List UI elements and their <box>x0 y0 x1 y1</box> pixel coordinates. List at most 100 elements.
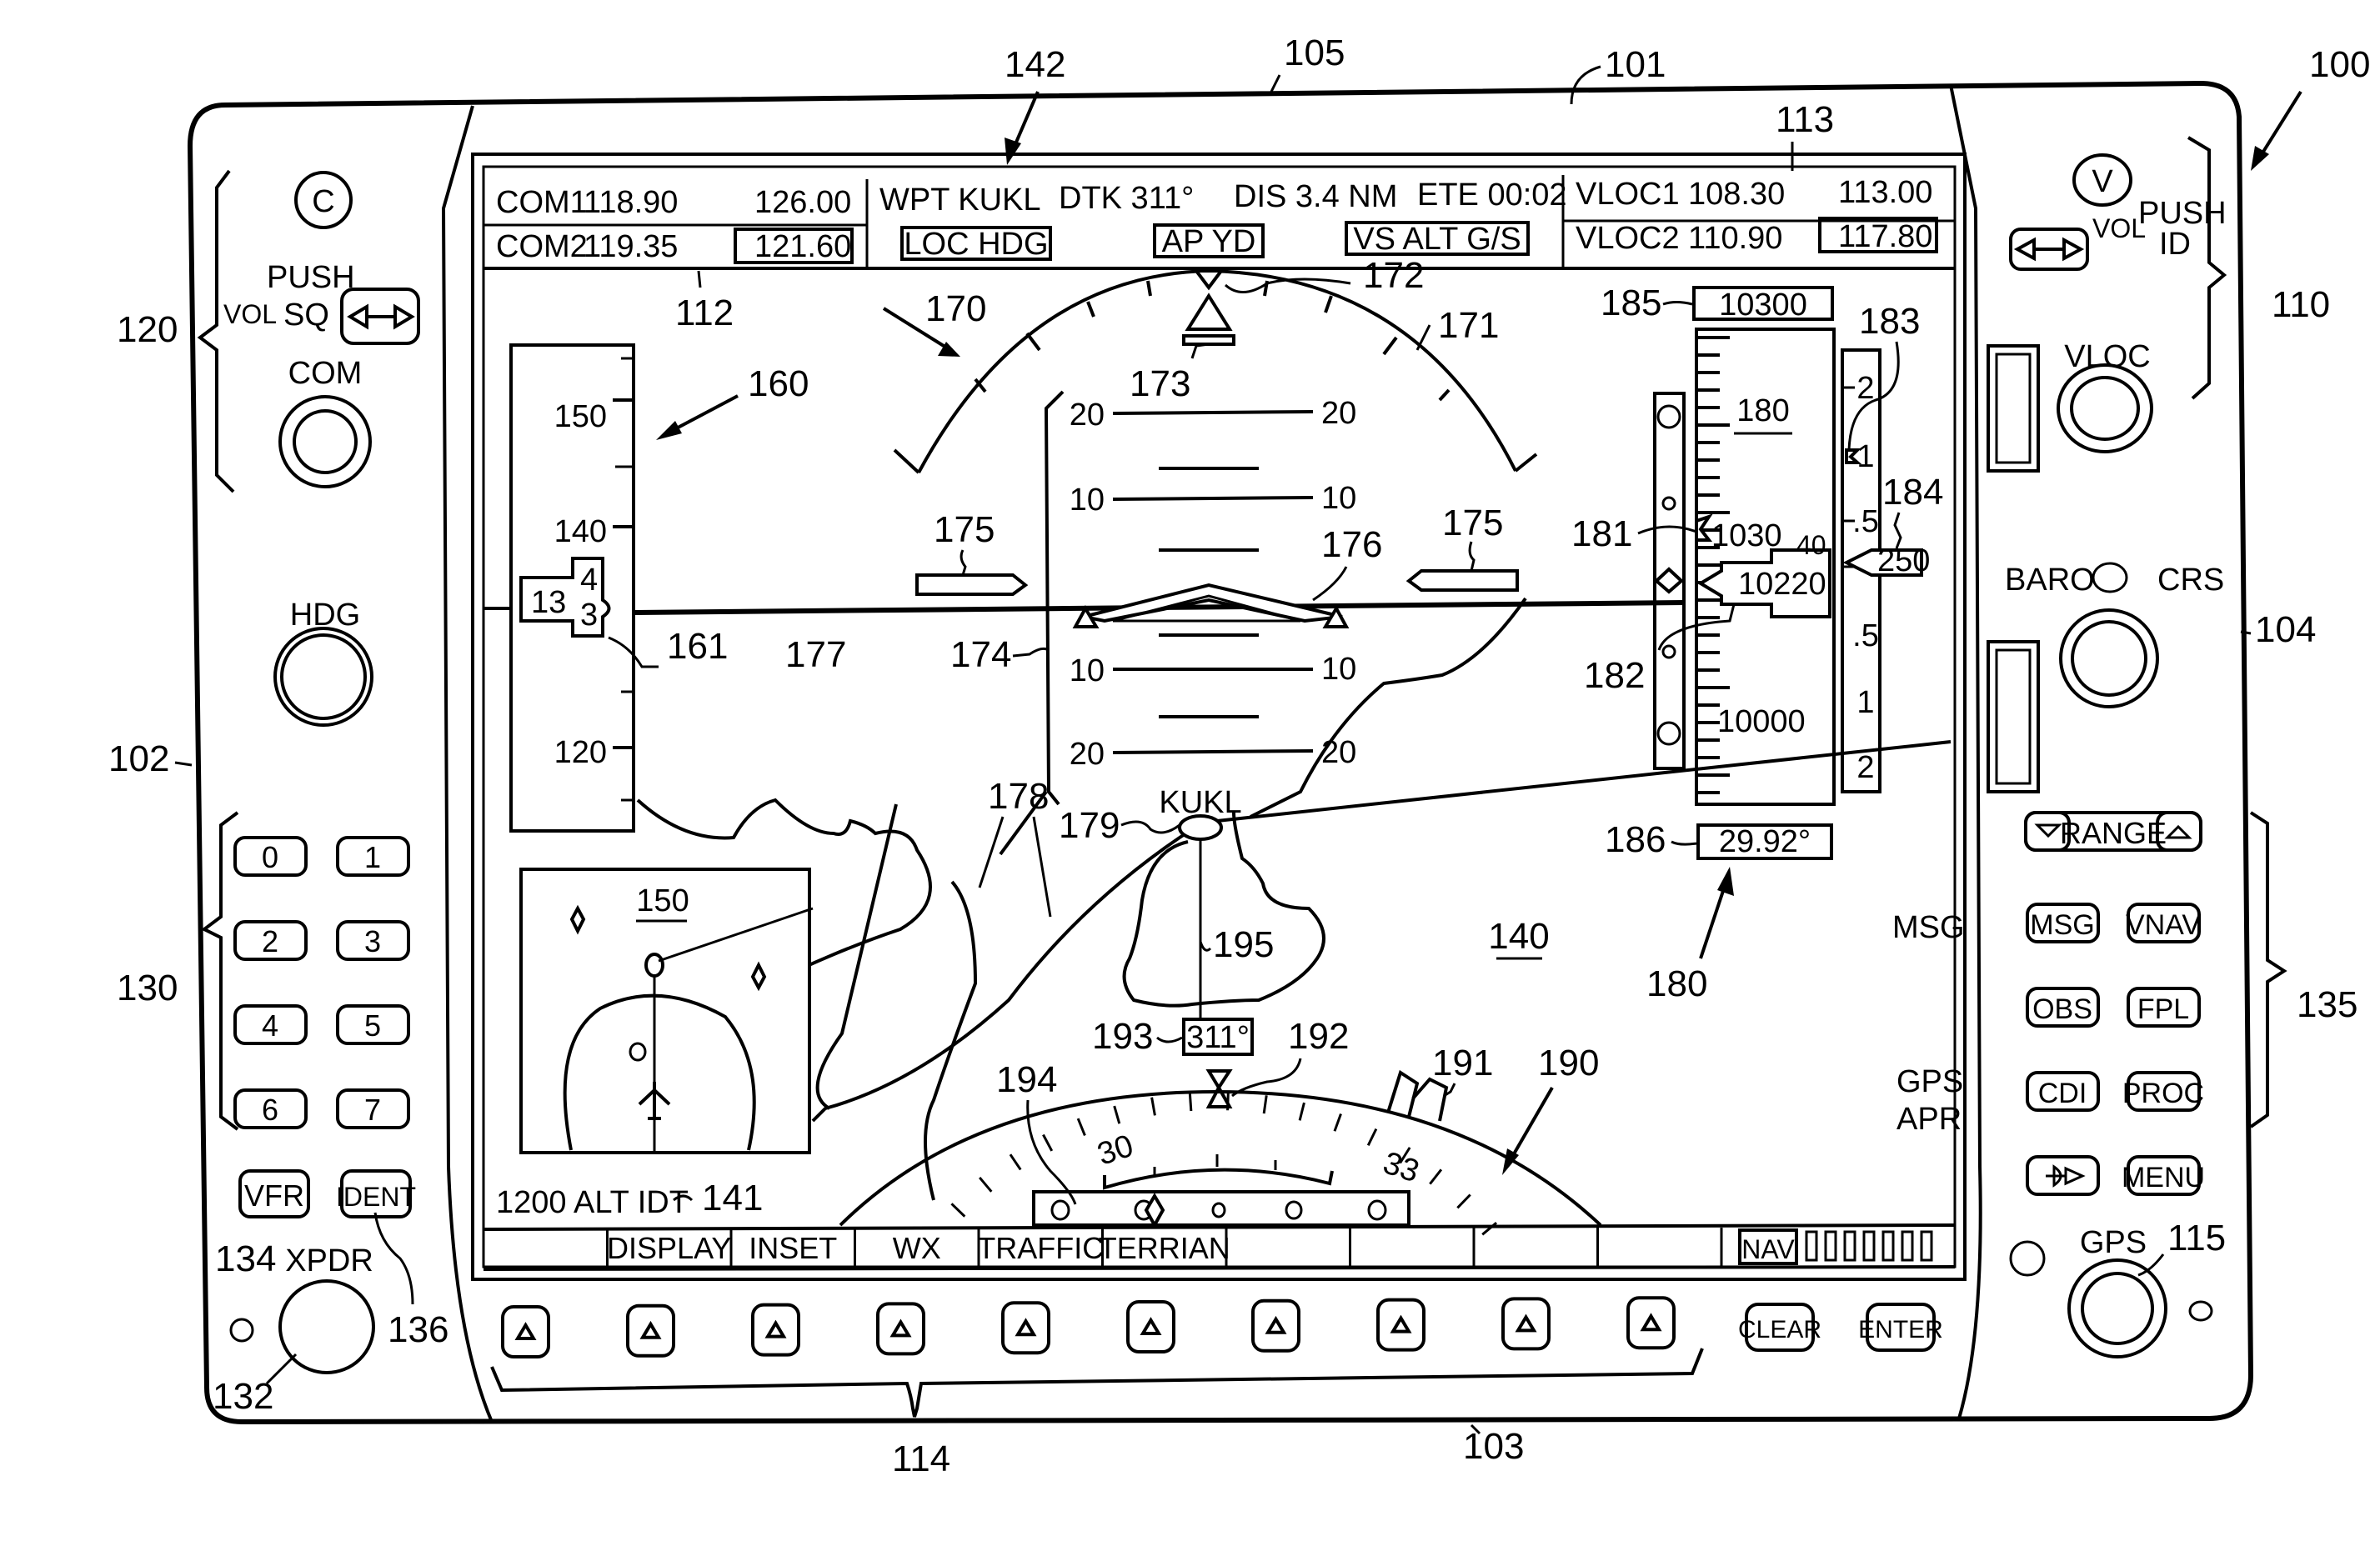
softkey-2[interactable] <box>626 1303 675 1358</box>
keypad-key-5[interactable]: 5 <box>336 1004 410 1045</box>
com-knob[interactable] <box>278 395 372 488</box>
keypad-key-7[interactable]: 7 <box>336 1088 410 1129</box>
keypad-key-6[interactable]: 6 <box>233 1088 308 1129</box>
ident-button[interactable]: IDENT <box>336 1169 416 1218</box>
softkey-row <box>501 1296 1676 1358</box>
vloc-swap-button[interactable] <box>2009 228 2089 271</box>
hsi: 30 33 311° 193 192 191 190 194 <box>839 1016 1602 1236</box>
keypad-key-1[interactable]: 1 <box>336 836 410 877</box>
softkey-9[interactable] <box>1501 1297 1551 1351</box>
keypad-key-2[interactable]: 2 <box>233 920 308 961</box>
pitch-tick-10-down: 10 <box>1070 653 1105 688</box>
com1-row[interactable]: COM1 118.90 126.00 <box>496 185 851 220</box>
softkey-triangle-icon <box>639 1320 662 1339</box>
fd-cue-left <box>915 573 1029 596</box>
terrain-outline <box>636 597 1952 1201</box>
ref-181: 181 <box>1571 513 1632 554</box>
svg-text:PROC: PROC <box>2122 1078 2204 1109</box>
direct-to-button[interactable] <box>2026 1155 2100 1196</box>
vloc1-row[interactable]: VLOC1 108.30 113.00 <box>1576 175 1932 212</box>
roll-pointer-icon <box>1193 269 1225 291</box>
ref-183: 183 <box>1859 301 1920 342</box>
heading-readout[interactable]: 311° <box>1182 1018 1254 1056</box>
ref-175-right: 175 <box>1442 503 1503 543</box>
ref-172: 172 <box>1363 255 1424 296</box>
slip-indicator-icon <box>1185 293 1233 331</box>
enter-button[interactable]: ENTER <box>1858 1303 1943 1352</box>
vsi-tick-2-down: 2 <box>1856 750 1874 785</box>
ref-190: 190 <box>1538 1043 1599 1083</box>
softkey-triangle-icon <box>1140 1317 1162 1335</box>
softkey-triangle-icon <box>1015 1318 1037 1337</box>
ref-101: 101 <box>1605 44 1666 85</box>
softkey-6[interactable] <box>1126 1300 1175 1353</box>
ref-179: 179 <box>1059 805 1120 846</box>
softkey-1[interactable] <box>501 1305 550 1358</box>
vloc2-row[interactable]: VLOC2 110.90 117.80 <box>1576 217 1938 256</box>
softkey-label-bar: DISPLAY INSET WX TRAFFICTERRIAN NAV <box>483 1223 1956 1271</box>
msg-button[interactable]: MSG <box>2026 903 2100 943</box>
light-sensor <box>229 1318 254 1343</box>
proc-button[interactable]: PROC <box>2122 1071 2204 1112</box>
ref-184: 184 <box>1882 472 1943 513</box>
svg-text:TRAFFIC: TRAFFIC <box>977 1231 1104 1265</box>
softkey-5[interactable] <box>1001 1301 1050 1355</box>
vnav-button[interactable]: VNAV <box>2126 903 2201 943</box>
baro-rocker-up[interactable] <box>1987 344 2040 473</box>
com-swap-button[interactable] <box>340 288 420 345</box>
vol-label: VOL <box>223 299 277 329</box>
navigation-display-diagram: 100 101 105 142 113 110 104 135 115 120 … <box>108 33 2370 1479</box>
svg-text:3: 3 <box>364 924 381 958</box>
vsi: 2 1 .5 .5 1 2 250 183 184 <box>1841 301 1943 793</box>
airspeed-tick-150: 150 <box>554 399 607 434</box>
keypad-bracket <box>201 811 239 1131</box>
softkey-triangle-icon <box>764 1319 787 1338</box>
ref-194: 194 <box>996 1059 1057 1100</box>
ref-112: 112 <box>675 293 734 333</box>
ref-178: 178 <box>988 776 1049 817</box>
ref-185: 185 <box>1601 283 1661 323</box>
svg-text:CDI: CDI <box>2038 1078 2087 1109</box>
softkey-3[interactable] <box>751 1303 800 1357</box>
obs-button[interactable]: OBS <box>2026 987 2100 1028</box>
svg-text:AP YD: AP YD <box>1162 224 1256 259</box>
softkey-4[interactable] <box>876 1302 925 1356</box>
vloc-knob[interactable] <box>2057 363 2153 453</box>
baro-setting[interactable]: 29.92° <box>1696 823 1833 860</box>
mode-vertical: VS ALT G/S <box>1345 221 1530 257</box>
baro-rocker-down[interactable] <box>1987 640 2040 793</box>
softkey-7[interactable] <box>1251 1298 1300 1353</box>
com2-row[interactable]: COM2 119.35 121.60 <box>496 228 854 264</box>
vfr-button[interactable]: VFR <box>238 1169 310 1218</box>
softkey-10[interactable] <box>1626 1296 1676 1350</box>
svg-text:6: 6 <box>262 1093 278 1127</box>
menu-button[interactable]: MENU <box>2122 1155 2205 1196</box>
cdi-button[interactable]: CDI <box>2026 1071 2100 1112</box>
keypad-key-4[interactable]: 4 <box>233 1004 308 1045</box>
fpl-button[interactable]: FPL <box>2127 987 2201 1028</box>
vloc-knob-label: VLOC <box>2064 339 2150 374</box>
com-badge: C <box>294 171 353 229</box>
softkey-8[interactable] <box>1376 1298 1425 1352</box>
clear-button[interactable]: CLEAR <box>1738 1303 1821 1352</box>
xpdr-knob[interactable] <box>278 1279 375 1374</box>
keypad-key-0[interactable]: 0 <box>233 836 308 877</box>
hdg-knob[interactable] <box>273 627 373 727</box>
svg-text:7: 7 <box>364 1093 381 1127</box>
svg-text:118.90: 118.90 <box>584 185 678 220</box>
svg-text:10: 10 <box>1321 481 1356 516</box>
heading-bug-icon <box>1386 1069 1420 1118</box>
airspeed-tick-140: 140 <box>554 514 607 549</box>
ref-102: 102 <box>108 738 169 779</box>
crs-knob[interactable] <box>2059 608 2159 708</box>
ref-180: 180 <box>1646 963 1707 1004</box>
push-label: PUSH <box>267 260 355 295</box>
softkey-triangle-icon <box>1640 1313 1662 1332</box>
gps-knob[interactable] <box>2067 1258 2167 1358</box>
svg-text:2: 2 <box>262 924 278 958</box>
svg-text:LOC HDG: LOC HDG <box>904 227 1048 262</box>
altitude-select[interactable]: 10300 <box>1692 286 1834 323</box>
keypad-key-3[interactable]: 3 <box>336 920 410 961</box>
ref-100-arrow <box>2257 90 2302 160</box>
ref-176: 176 <box>1321 524 1382 565</box>
